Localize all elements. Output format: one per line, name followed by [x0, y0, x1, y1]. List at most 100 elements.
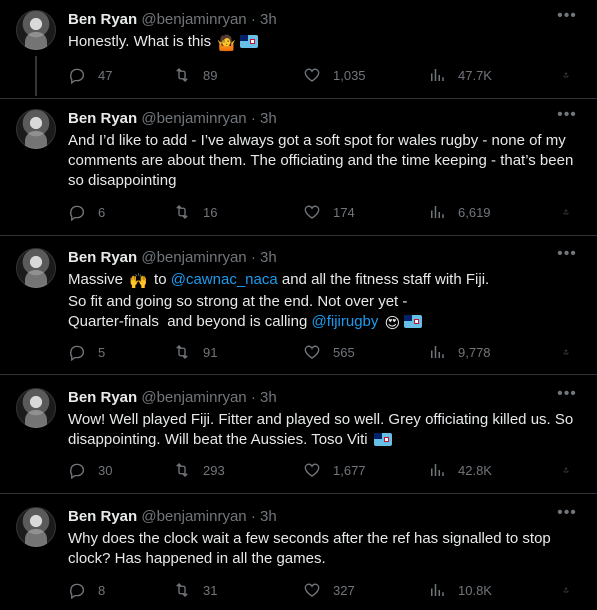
heart-icon [304, 463, 320, 477]
reply-count: 30 [98, 462, 113, 478]
like-button[interactable]: 1,677 [303, 460, 428, 480]
share-icon [563, 467, 569, 473]
avatar[interactable] [16, 109, 56, 149]
more-icon[interactable]: ••• [555, 8, 579, 30]
retweet-count: 89 [203, 67, 218, 83]
retweet-button[interactable]: 89 [173, 65, 303, 85]
views-button[interactable]: 9,778 [428, 342, 558, 362]
reply-button[interactable]: 47 [68, 65, 173, 85]
views-button[interactable]: 42.8K [428, 460, 558, 480]
tweet-text-segment: Massive [68, 271, 128, 288]
avatar[interactable] [16, 248, 56, 288]
retweet-button[interactable]: 31 [173, 580, 303, 600]
author-handle[interactable]: @benjaminryan [141, 249, 246, 266]
reply-count: 6 [98, 204, 106, 220]
author-handle[interactable]: @benjaminryan [141, 110, 246, 127]
tweet-text: And I’d like to add - I’ve always got a … [68, 131, 581, 191]
author-handle[interactable]: @benjaminryan [141, 389, 246, 406]
author-handle[interactable]: @benjaminryan [141, 11, 246, 28]
tweet-text-segment: And I’d like to add - I’ve always got a … [68, 132, 578, 189]
more-icon[interactable]: ••• [555, 505, 579, 527]
tweet-text: Honestly. What is this 🤷 [68, 32, 581, 54]
author-name[interactable]: Ben Ryan [68, 110, 137, 127]
more-icon[interactable]: ••• [555, 107, 579, 129]
retweet-icon [176, 205, 188, 219]
share-button[interactable] [563, 202, 581, 222]
retweet-button[interactable]: 91 [173, 342, 303, 362]
more-icon[interactable]: ••• [555, 246, 579, 268]
views-icon [431, 584, 444, 596]
tweet-actions: 30 293 1,677 42.8K [68, 460, 581, 480]
timestamp[interactable]: 3h [260, 508, 277, 525]
mention-link[interactable]: @cawnac_naca [171, 271, 278, 288]
timestamp[interactable]: 3h [260, 249, 277, 266]
reply-button[interactable]: 8 [68, 580, 173, 600]
views-button[interactable]: 6,619 [428, 202, 558, 222]
reply-button[interactable]: 6 [68, 202, 173, 222]
like-button[interactable]: 174 [303, 202, 428, 222]
author-name[interactable]: Ben Ryan [68, 249, 137, 266]
avatar[interactable] [16, 507, 56, 547]
tweet-thread: Ben Ryan @benjaminryan · 3h ••• Honestly… [0, 0, 597, 610]
retweet-button[interactable]: 293 [173, 460, 303, 480]
like-button[interactable]: 565 [303, 342, 428, 362]
mention-link[interactable]: @fijirugby [311, 313, 378, 330]
tweet-text-segment: to [149, 271, 171, 288]
views-icon [431, 69, 444, 81]
separator: · [250, 11, 256, 28]
author-name[interactable]: Ben Ryan [68, 508, 137, 525]
reply-button[interactable]: 5 [68, 342, 173, 362]
retweet-count: 16 [203, 204, 218, 220]
tweet-header: Ben Ryan @benjaminryan · 3h [68, 248, 581, 268]
share-icon [563, 72, 569, 78]
retweet-icon [176, 345, 188, 359]
view-count: 6,619 [458, 204, 491, 220]
view-count: 42.8K [458, 462, 492, 478]
more-icon[interactable]: ••• [555, 386, 579, 408]
views-button[interactable]: 10.8K [428, 580, 558, 600]
like-button[interactable]: 327 [303, 580, 428, 600]
view-count: 9,778 [458, 344, 491, 360]
separator: · [250, 249, 256, 266]
reply-button[interactable]: 30 [68, 460, 173, 480]
share-button[interactable] [563, 65, 581, 85]
share-icon [563, 209, 569, 215]
tweet-text: Massive 🙌 to @cawnac_naca and all the fi… [68, 270, 581, 334]
raising-hands-emoji-icon: 🙌 [129, 273, 148, 290]
like-button[interactable]: 1,035 [303, 65, 428, 85]
tweet-header: Ben Ryan @benjaminryan · 3h [68, 109, 581, 129]
retweet-button[interactable]: 16 [173, 202, 303, 222]
reply-icon [70, 463, 85, 479]
tweet-header: Ben Ryan @benjaminryan · 3h [68, 507, 581, 527]
share-button[interactable] [563, 460, 581, 480]
like-count: 565 [333, 344, 355, 360]
heart-icon [304, 345, 320, 359]
heart-icon [304, 68, 320, 82]
author-name[interactable]: Ben Ryan [68, 11, 137, 28]
person-shrugging-emoji-icon: 🤷 [217, 35, 236, 52]
author-name[interactable]: Ben Ryan [68, 389, 137, 406]
views-icon [431, 346, 444, 358]
tweet-actions: 5 91 565 9,778 [68, 342, 581, 362]
timestamp[interactable]: 3h [260, 11, 277, 28]
avatar[interactable] [16, 10, 56, 50]
timestamp[interactable]: 3h [260, 110, 277, 127]
tweet-actions: 6 16 174 6,619 [68, 202, 581, 222]
fiji-flag-icon [404, 315, 423, 328]
reply-icon [70, 583, 85, 599]
views-button[interactable]: 47.7K [428, 65, 558, 85]
tweet-text-segment: Wow! Well played Fiji. Fitter and played… [68, 411, 578, 448]
author-handle[interactable]: @benjaminryan [141, 508, 246, 525]
view-count: 10.8K [458, 582, 492, 598]
heart-eyes-face-emoji-icon: 😍 [384, 315, 401, 332]
avatar[interactable] [16, 388, 56, 428]
thread-connector [35, 56, 37, 96]
divider [0, 235, 597, 236]
tweet-header: Ben Ryan @benjaminryan · 3h [68, 10, 581, 30]
timestamp[interactable]: 3h [260, 389, 277, 406]
share-button[interactable] [563, 580, 581, 600]
share-button[interactable] [563, 342, 581, 362]
reply-count: 8 [98, 582, 106, 598]
heart-icon [304, 583, 320, 597]
views-icon [431, 464, 444, 476]
